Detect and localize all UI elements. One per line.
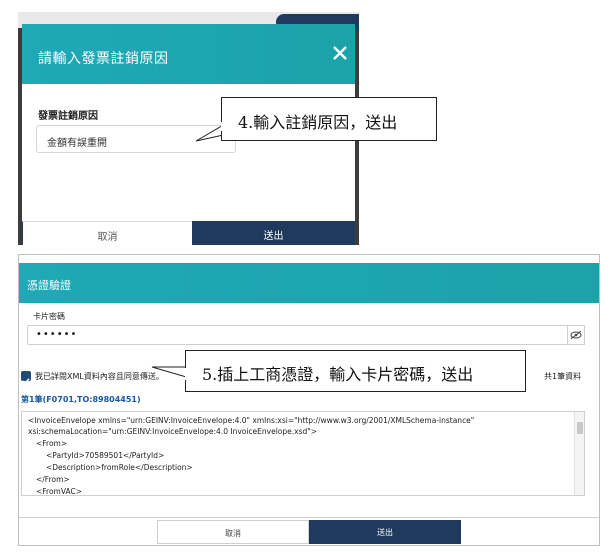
callout-pointer-cover bbox=[185, 122, 223, 380]
